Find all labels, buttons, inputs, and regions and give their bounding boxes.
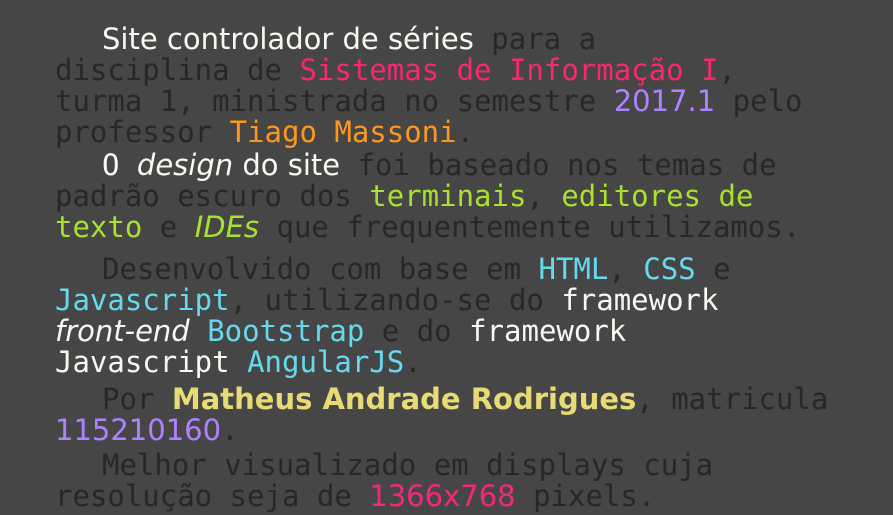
resolution-value: 1366x768 [369,479,516,513]
html-word: HTML [538,252,609,286]
terminals-word: terminais [369,179,527,213]
professor-name: Tiago Massoni [229,115,457,149]
ides-word: IDEs [194,210,260,244]
css-word: CSS [643,252,696,286]
resolution-paragraph: Melhor visualizado em displays cuja reso… [55,448,714,513]
author-name: Matheus Andrade Rodrigues [171,382,637,416]
registration-number: 115210160 [55,413,222,447]
tech-paragraph: Desenvolvido com base em HTML, CSS e Jav… [55,252,731,379]
front-end-word: front-end [55,314,190,348]
design-paragraph: O design do site foi baseado nos temas d… [55,148,801,244]
editors-word: editores de [561,179,754,213]
design-word: design [136,148,234,182]
author-paragraph: Por Matheus Andrade Rodrigues, matricula… [55,382,829,447]
intro-paragraph: Site controlador de séries para a discip… [55,22,803,149]
semester: 2017.1 [613,84,716,118]
about-page: Site controlador de séries para a discip… [0,0,893,515]
bootstrap-word: Bootstrap [207,314,365,348]
site-title: Site controlador de séries [102,22,474,56]
discipline-name: Sistemas de Informação I [299,53,719,87]
javascript-word: Javascript [55,283,230,317]
angularjs-word: AngularJS [247,345,405,379]
